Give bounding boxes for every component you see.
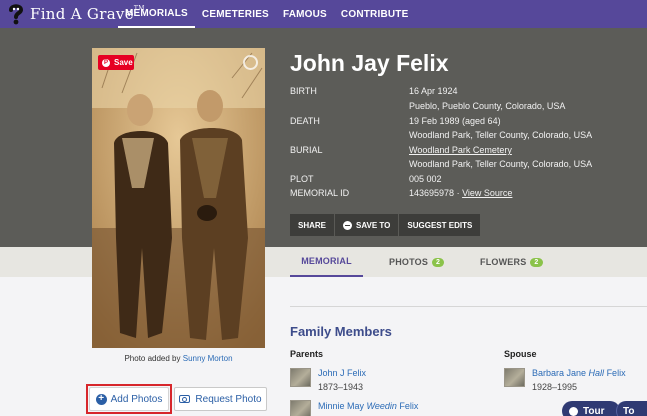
parent-thumbnail[interactable] <box>290 368 311 387</box>
camera-icon <box>179 395 191 403</box>
nav-famous[interactable]: FAMOUS <box>276 0 334 28</box>
memorial-name: John Jay Felix <box>290 50 449 76</box>
burial-label: BURIAL <box>290 145 323 155</box>
spouse-dates: 1928–1995 <box>532 382 578 392</box>
request-photo-button[interactable]: Request Photo <box>174 387 267 411</box>
minus-circle-icon <box>343 220 353 230</box>
secondary-tour-label: To <box>623 405 635 416</box>
tab-flowers-label: FLOWERS <box>480 257 527 267</box>
parent-name-link[interactable]: John J Felix <box>318 368 366 378</box>
view-source-link[interactable]: View Source <box>462 188 512 198</box>
add-photos-button[interactable]: + Add Photos <box>89 387 169 411</box>
memorial-id-value: 143695978 <box>409 188 455 198</box>
save-label: Save <box>114 58 133 67</box>
death-date: 19 Feb 1989 (aged 64) <box>409 116 501 126</box>
parent-thumbnail[interactable] <box>290 400 311 416</box>
family-members-title: Family Members <box>290 324 392 339</box>
plus-circle-icon: + <box>95 393 107 405</box>
suggest-edits-button[interactable]: SUGGEST EDITS <box>399 214 481 236</box>
plot-label: PLOT <box>290 174 314 184</box>
memorial-id-label: MEMORIAL ID <box>290 188 350 198</box>
death-place: Woodland Park, Teller County, Colorado, … <box>409 130 593 140</box>
memorial-id-row: 143695978 · View Source <box>409 188 513 198</box>
tab-photos-label: PHOTOS <box>389 257 429 267</box>
zoom-icon[interactable] <box>243 55 258 70</box>
nav-contribute[interactable]: CONTRIBUTE <box>334 0 416 28</box>
tab-photos[interactable]: PHOTOS 2 <box>389 247 445 277</box>
parent-name-link[interactable]: Minnie May Weedin Felix <box>318 401 418 411</box>
tab-memorial[interactable]: MEMORIAL <box>290 247 363 277</box>
logo-question-mark-icon <box>6 3 26 25</box>
photo-credit: Photo added by Sunny Morton <box>92 354 265 363</box>
secondary-tour-button[interactable]: To <box>616 401 647 416</box>
save-to-label: SAVE TO <box>356 220 391 230</box>
parent-dates: 1873–1943 <box>318 382 364 392</box>
top-nav: Find A GraveTM MEMORIALS CEMETERIES FAMO… <box>0 0 647 28</box>
flowers-count-badge: 2 <box>530 257 543 267</box>
credit-prefix: Photo added by <box>124 354 181 363</box>
save-to-button[interactable]: SAVE TO <box>335 214 400 236</box>
tour-label: Tour <box>583 405 605 416</box>
spouse-thumbnail[interactable] <box>504 368 525 387</box>
death-label: DEATH <box>290 116 320 126</box>
add-photos-label: Add Photos <box>110 393 163 405</box>
tab-flowers[interactable]: FLOWERS 2 <box>480 247 543 277</box>
memorial-photo[interactable]: P Save <box>92 48 265 348</box>
birth-date: 16 Apr 1924 <box>409 86 458 96</box>
spouse-name-link[interactable]: Barbara Jane Hall Felix <box>532 368 626 378</box>
burial-place: Woodland Park, Teller County, Colorado, … <box>409 159 593 169</box>
tour-button[interactable]: Tour <box>562 401 620 416</box>
pinterest-save-button[interactable]: P Save <box>98 55 134 70</box>
parents-label: Parents <box>290 349 324 359</box>
spouse-label: Spouse <box>504 349 537 359</box>
find-a-grave-logo[interactable]: Find A GraveTM <box>6 0 144 28</box>
request-photo-label: Request Photo <box>195 393 262 405</box>
nav-cemeteries[interactable]: CEMETERIES <box>195 0 276 28</box>
tab-memorial-label: MEMORIAL <box>301 256 352 266</box>
tour-icon <box>569 406 578 416</box>
sepia-photo-image <box>92 48 265 348</box>
birth-label: BIRTH <box>290 86 317 96</box>
memorial-actions: SHARE SAVE TO SUGGEST EDITS <box>290 214 481 236</box>
share-button[interactable]: SHARE <box>290 214 336 236</box>
photos-count-badge: 2 <box>432 257 445 267</box>
nav-memorials[interactable]: MEMORIALS <box>118 0 195 28</box>
birth-place: Pueblo, Pueblo County, Colorado, USA <box>409 101 566 111</box>
plot-value: 005 002 <box>409 174 442 184</box>
pinterest-icon: P <box>102 58 110 67</box>
section-divider <box>290 306 647 307</box>
credit-name-link[interactable]: Sunny Morton <box>183 354 233 363</box>
burial-cemetery-link[interactable]: Woodland Park Cemetery <box>409 145 512 155</box>
